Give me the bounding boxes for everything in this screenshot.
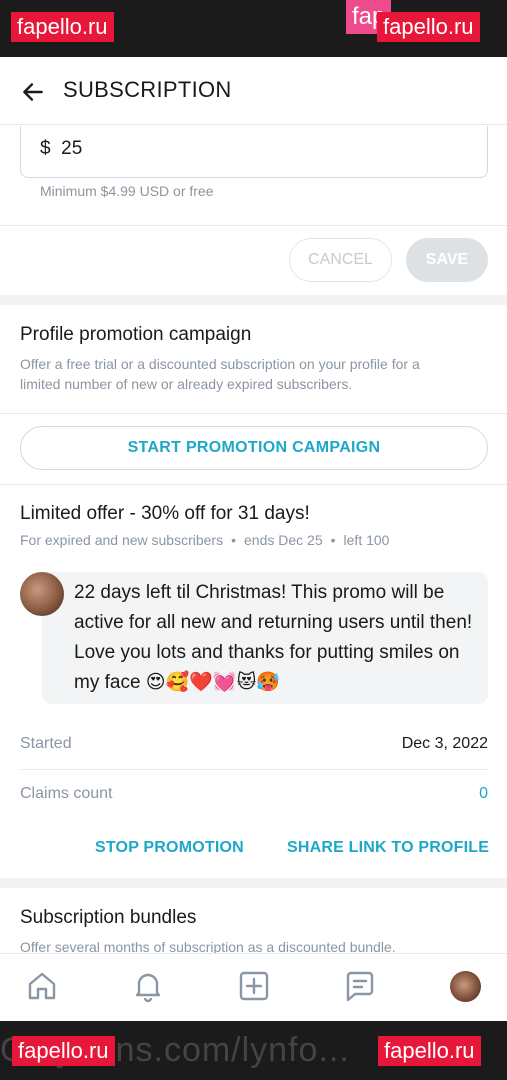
price-minimum-hint: Minimum $4.99 USD or free <box>40 183 214 199</box>
home-icon[interactable] <box>24 968 60 1004</box>
offer-meta: For expired and new subscribers • ends Dec… <box>20 532 390 548</box>
messages-icon[interactable] <box>342 968 378 1004</box>
divider <box>0 225 507 226</box>
back-arrow-icon[interactable] <box>20 79 46 105</box>
section-separator <box>0 878 507 888</box>
bell-icon[interactable] <box>130 968 166 1004</box>
share-link-button[interactable]: SHARE LINK TO PROFILE <box>287 839 489 857</box>
claims-label: Claims count <box>20 785 113 802</box>
bundles-description: Offer several months of subscription as … <box>20 939 396 953</box>
watermark-bottom-right: fapello.ru <box>378 1036 481 1066</box>
add-post-icon[interactable] <box>236 968 272 1004</box>
watermark-left: fapello.ru <box>11 12 114 42</box>
page-header: SUBSCRIPTION <box>0 57 507 125</box>
save-button[interactable]: SAVE <box>406 238 488 282</box>
price-value: $ 25 <box>40 138 83 159</box>
price-input[interactable]: $ 25 <box>20 126 488 178</box>
claims-value: 0 <box>479 785 488 802</box>
bundles-title: Subscription bundles <box>20 907 197 928</box>
page-title: SUBSCRIPTION <box>63 77 232 102</box>
divider <box>0 413 507 414</box>
offer-title: Limited offer - 30% off for 31 days! <box>20 503 310 524</box>
offer-message: 22 days left til Christmas! This promo w… <box>74 582 473 693</box>
stop-promotion-button[interactable]: STOP PROMOTION <box>95 839 244 857</box>
cancel-button[interactable]: CANCEL <box>289 238 392 282</box>
promotion-title: Profile promotion campaign <box>20 324 252 345</box>
start-promotion-button[interactable]: START PROMOTION CAMPAIGN <box>20 426 488 470</box>
divider <box>0 484 507 485</box>
bottom-navigation <box>0 953 507 1021</box>
section-separator <box>0 295 507 305</box>
promotion-description: Offer a free trial or a discounted subsc… <box>20 356 420 392</box>
profile-avatar[interactable] <box>450 971 481 1002</box>
avatar <box>20 572 64 616</box>
started-label: Started <box>20 735 72 752</box>
started-value: Dec 3, 2022 <box>401 735 488 752</box>
watermark-bottom-left: fapello.ru <box>12 1036 115 1066</box>
divider <box>20 769 488 770</box>
watermark-right: fapello.ru <box>377 12 480 42</box>
